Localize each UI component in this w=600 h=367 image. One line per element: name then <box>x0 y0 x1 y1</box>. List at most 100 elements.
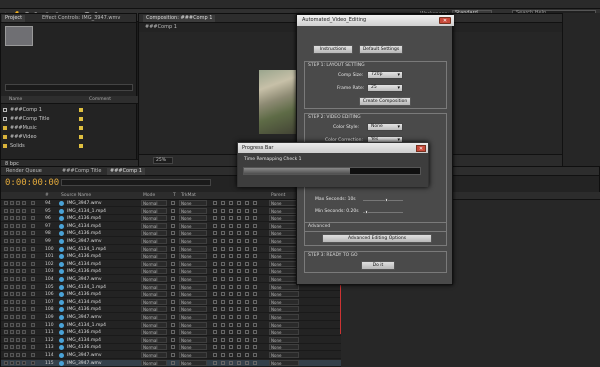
switch-checkbox[interactable] <box>237 277 241 281</box>
visibility-eye-icon[interactable] <box>4 208 8 213</box>
switch-checkbox[interactable] <box>245 269 249 274</box>
switch-checkbox[interactable] <box>245 201 249 205</box>
layer-mode-select[interactable]: Normal <box>141 253 167 260</box>
switch-checkbox[interactable] <box>253 239 257 243</box>
layer-mode-select[interactable]: Normal <box>141 344 167 351</box>
audio-toggle-icon[interactable] <box>10 231 14 236</box>
layer-source-name[interactable]: IMG_4136.mp4 <box>67 291 101 298</box>
lock-toggle-icon[interactable] <box>22 330 26 335</box>
switch-checkbox[interactable] <box>245 261 249 266</box>
track-matte-checkbox[interactable] <box>171 208 175 213</box>
lock-toggle-icon[interactable] <box>22 208 26 213</box>
project-item[interactable]: ###Comp 1 <box>3 106 136 114</box>
switch-checkbox[interactable] <box>221 345 225 350</box>
switch-checkbox[interactable] <box>213 299 217 304</box>
track-matte-checkbox[interactable] <box>171 353 175 357</box>
timeline-layer-row[interactable]: 96 IMG_4136.mp4 Normal None None <box>1 215 341 223</box>
layer-source-name[interactable]: IMG_3947.wmv <box>67 238 102 245</box>
switch-checkbox[interactable] <box>221 330 225 335</box>
lock-toggle-icon[interactable] <box>22 315 26 319</box>
layer-mode-select[interactable]: Normal <box>141 222 167 229</box>
max-seconds-knob[interactable] <box>385 198 388 202</box>
switch-checkbox[interactable] <box>253 353 257 357</box>
switch-checkbox[interactable] <box>229 261 233 266</box>
switch-checkbox[interactable] <box>253 208 257 213</box>
lock-toggle-icon[interactable] <box>22 345 26 350</box>
tab-composition[interactable]: Composition: ###Comp 1 <box>143 15 216 22</box>
visibility-eye-icon[interactable] <box>4 360 8 365</box>
switch-checkbox[interactable] <box>253 231 257 236</box>
timeline-layer-row[interactable]: 109 IMG_3947.wmv Normal None None <box>1 314 341 321</box>
solo-toggle-icon[interactable] <box>16 261 20 266</box>
switch-checkbox[interactable] <box>213 231 217 236</box>
layer-mode-select[interactable]: Normal <box>141 329 167 336</box>
switch-checkbox[interactable] <box>213 337 217 342</box>
layer-parent-select[interactable]: None <box>269 336 299 343</box>
switch-checkbox[interactable] <box>237 201 241 205</box>
label-color-swatch[interactable] <box>79 117 83 121</box>
layer-trkmat-select[interactable]: None <box>179 215 207 222</box>
layer-mode-select[interactable]: Normal <box>141 306 167 313</box>
switch-checkbox[interactable] <box>229 284 233 289</box>
visibility-eye-icon[interactable] <box>4 292 8 297</box>
layer-trkmat-select[interactable]: None <box>179 238 207 244</box>
project-item[interactable]: ###Comp Title <box>3 115 136 123</box>
switch-checkbox[interactable] <box>237 322 241 327</box>
layer-trkmat-select[interactable]: None <box>179 359 207 366</box>
switch-checkbox[interactable] <box>253 246 257 251</box>
visibility-eye-icon[interactable] <box>4 345 8 350</box>
switch-checkbox[interactable] <box>237 337 241 342</box>
layer-mode-select[interactable]: Normal <box>141 200 167 206</box>
switch-checkbox[interactable] <box>253 284 257 289</box>
switch-checkbox[interactable] <box>229 292 233 297</box>
switch-checkbox[interactable] <box>221 307 225 312</box>
layer-mode-select[interactable]: Normal <box>141 260 167 267</box>
layer-trkmat-select[interactable]: None <box>179 268 207 275</box>
current-time[interactable]: 0:00:00:00 <box>5 178 59 188</box>
audio-toggle-icon[interactable] <box>10 216 14 221</box>
switch-checkbox[interactable] <box>253 315 257 319</box>
visibility-eye-icon[interactable] <box>4 223 8 228</box>
layer-trkmat-select[interactable]: None <box>179 207 207 214</box>
close-icon[interactable]: ✕ <box>439 17 451 24</box>
timeline-layer-row[interactable]: 111 IMG_4136.mp4 Normal None None <box>1 329 341 337</box>
layer-parent-select[interactable]: None <box>269 200 299 206</box>
solo-toggle-icon[interactable] <box>16 216 20 221</box>
switch-checkbox[interactable] <box>213 269 217 274</box>
label-swatch[interactable] <box>31 231 35 236</box>
switch-checkbox[interactable] <box>229 277 233 281</box>
visibility-eye-icon[interactable] <box>4 337 8 342</box>
audio-toggle-icon[interactable] <box>10 269 14 274</box>
track-matte-checkbox[interactable] <box>171 246 175 251</box>
visibility-eye-icon[interactable] <box>4 239 8 243</box>
layer-source-name[interactable]: IMG_4134.mp4 <box>67 261 101 268</box>
switch-checkbox[interactable] <box>237 269 241 274</box>
switch-checkbox[interactable] <box>237 353 241 357</box>
switch-checkbox[interactable] <box>253 223 257 228</box>
switch-checkbox[interactable] <box>213 201 217 205</box>
track-matte-checkbox[interactable] <box>171 322 175 327</box>
layer-source-name[interactable]: IMG_4134_1.mp4 <box>67 208 106 215</box>
layer-trkmat-select[interactable]: None <box>179 344 207 351</box>
track-matte-checkbox[interactable] <box>171 277 175 281</box>
layer-source-name[interactable]: IMG_3947.wmv <box>67 200 102 207</box>
timeline-layer-row[interactable]: 97 IMG_4134.mp4 Normal None None <box>1 222 341 230</box>
layer-parent-select[interactable]: None <box>269 268 299 275</box>
switch-checkbox[interactable] <box>221 337 225 342</box>
switch-checkbox[interactable] <box>213 254 217 259</box>
tab-render-queue[interactable]: Render Queue <box>3 168 45 175</box>
switch-checkbox[interactable] <box>213 315 217 319</box>
switch-checkbox[interactable] <box>221 299 225 304</box>
solo-toggle-icon[interactable] <box>16 223 20 228</box>
layer-mode-select[interactable]: Normal <box>141 283 167 290</box>
switch-checkbox[interactable] <box>245 223 249 228</box>
switch-checkbox[interactable] <box>213 307 217 312</box>
switch-checkbox[interactable] <box>229 322 233 327</box>
lock-toggle-icon[interactable] <box>22 299 26 304</box>
layer-trkmat-select[interactable]: None <box>179 283 207 290</box>
project-item[interactable]: ###Video <box>3 133 136 141</box>
timeline-layer-row[interactable]: 104 IMG_3947.wmv Normal None None <box>1 276 341 283</box>
switch-checkbox[interactable] <box>213 360 217 365</box>
layer-trkmat-select[interactable]: None <box>179 314 207 320</box>
switch-checkbox[interactable] <box>229 269 233 274</box>
